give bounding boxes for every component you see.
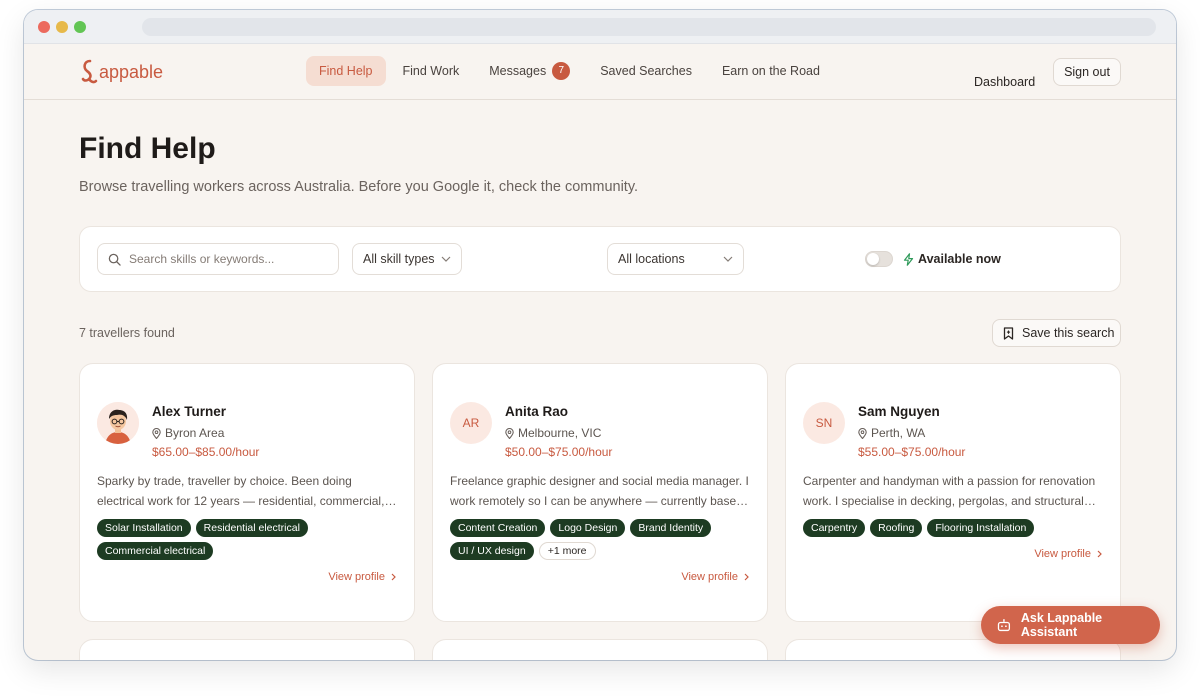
skill-tags: Content Creation Logo Design Brand Ident… (450, 519, 750, 560)
skill-tag[interactable]: Flooring Installation (927, 519, 1035, 537)
hourly-rate: $55.00–$75.00/hour (858, 445, 966, 459)
skill-tag[interactable]: Residential electrical (195, 519, 308, 537)
chevron-down-icon (723, 256, 733, 262)
address-bar[interactable] (142, 18, 1156, 36)
bookmark-icon (1003, 326, 1014, 340)
available-now-toggle[interactable] (865, 251, 893, 267)
search-icon (108, 253, 121, 266)
skill-tag[interactable]: Commercial electrical (97, 542, 214, 560)
skill-tag[interactable]: UI / UX design (450, 542, 534, 560)
page-title: Find Help (79, 132, 216, 165)
logo-text: appable (99, 61, 164, 82)
traveller-card[interactable]: AR Anita Rao Melbourne, VIC $50.00–$75.0… (432, 363, 768, 622)
nav-saved-searches[interactable]: Saved Searches (587, 56, 705, 86)
hourly-rate: $65.00–$85.00/hour (152, 445, 260, 459)
save-search-button[interactable]: Save this search (992, 319, 1121, 347)
skill-tag[interactable]: Brand Identity (630, 519, 712, 537)
view-profile-link[interactable]: View profile (328, 571, 396, 583)
window-titlebar (24, 10, 1176, 44)
avatar (97, 402, 139, 444)
skill-tag[interactable]: Content Creation (450, 519, 546, 537)
search-input[interactable] (129, 252, 329, 266)
nav-earn-on-the-road[interactable]: Earn on the Road (709, 56, 833, 86)
chevron-right-icon (744, 573, 749, 581)
location-select[interactable]: All locations (607, 243, 744, 275)
traveller-name[interactable]: Alex Turner (152, 404, 226, 419)
nav-messages[interactable]: Messages 7 (476, 56, 583, 86)
skill-tag[interactable]: Roofing (870, 519, 923, 537)
traveller-card[interactable] (432, 639, 768, 660)
nav-find-help[interactable]: Find Help (306, 56, 386, 86)
view-profile-link[interactable]: View profile (1034, 548, 1102, 560)
avatar-initials: AR (450, 402, 492, 444)
traveller-location: Perth, WA (858, 426, 925, 440)
avatar-initials: SN (803, 402, 845, 444)
location-pin-icon (152, 427, 161, 439)
traveller-card[interactable]: SN Sam Nguyen Perth, WA $55.00–$75.00/ho… (785, 363, 1121, 622)
traveller-bio: Carpenter and handyman with a passion fo… (803, 474, 1096, 508)
traveller-bio: Freelance graphic designer and social me… (450, 474, 749, 508)
sign-out-button[interactable]: Sign out (1053, 58, 1121, 86)
toggle-knob (867, 253, 879, 265)
nav-links: Find Help Find Work Messages 7 Saved Sea… (306, 56, 837, 86)
location-pin-icon (858, 427, 867, 439)
logo-l-mark-icon (81, 59, 98, 84)
chevron-right-icon (1097, 550, 1102, 558)
traveller-location: Melbourne, VIC (505, 426, 601, 440)
traveller-card[interactable] (79, 639, 415, 660)
ask-assistant-button[interactable]: Ask Lappable Assistant (981, 606, 1160, 644)
view-profile-link[interactable]: View profile (681, 571, 749, 583)
brand-logo[interactable]: appable (80, 58, 163, 86)
messages-count-badge: 7 (552, 62, 571, 80)
skill-tag[interactable]: Solar Installation (97, 519, 191, 537)
skill-tags: Carpentry Roofing Flooring Installation (803, 519, 1103, 537)
hourly-rate: $50.00–$75.00/hour (505, 445, 613, 459)
skill-tag[interactable]: Carpentry (803, 519, 866, 537)
lightning-bolt-icon (903, 252, 914, 266)
traveller-name[interactable]: Sam Nguyen (858, 404, 940, 419)
traveller-bio: Sparky by trade, traveller by choice. Be… (97, 474, 385, 508)
close-window-button[interactable] (38, 21, 50, 33)
more-tags-badge[interactable]: +1 more (538, 542, 596, 560)
traveller-location: Byron Area (152, 426, 224, 440)
traveller-name[interactable]: Anita Rao (505, 404, 568, 419)
search-box[interactable] (97, 243, 339, 275)
results-count: 7 travellers found (79, 326, 175, 340)
skill-tag[interactable]: Logo Design (550, 519, 626, 537)
cartoon-man-avatar-icon (97, 402, 139, 444)
page-subtitle: Browse travelling workers across Austral… (79, 179, 639, 195)
nav-find-work[interactable]: Find Work (390, 56, 473, 86)
skill-tags: Solar Installation Residential electrica… (97, 519, 397, 560)
minimize-window-button[interactable] (56, 21, 68, 33)
chevron-down-icon (441, 256, 451, 262)
location-pin-icon (505, 427, 514, 439)
available-now-label[interactable]: Available now (903, 252, 1001, 266)
robot-icon (997, 618, 1011, 631)
dashboard-link[interactable]: Dashboard (974, 75, 1035, 89)
maximize-window-button[interactable] (74, 21, 86, 33)
top-navigation: appable Find Help Find Work Messages 7 S… (24, 44, 1176, 100)
skill-type-select[interactable]: All skill types (352, 243, 462, 275)
chevron-right-icon (391, 573, 396, 581)
filter-bar: All skill types All locations Available … (79, 226, 1121, 292)
traveller-card[interactable]: Alex Turner Byron Area $65.00–$85.00/hou… (79, 363, 415, 622)
browser-window: appable Find Help Find Work Messages 7 S… (24, 10, 1176, 660)
